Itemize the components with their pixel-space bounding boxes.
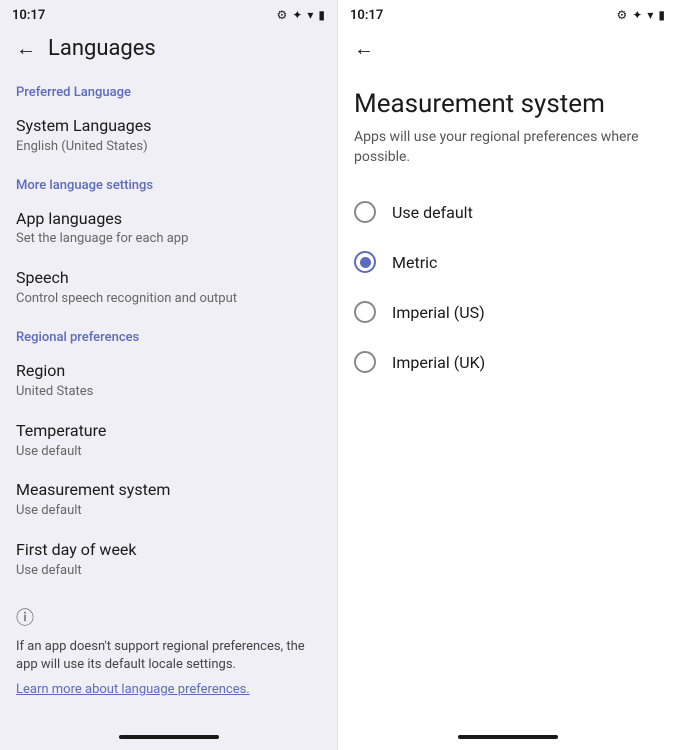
wifi-icon: ▾	[307, 8, 313, 22]
status-time-left: 10:17	[12, 8, 45, 23]
radio-inner-metric	[360, 257, 371, 268]
sidebar-item-region[interactable]: Region United States	[0, 351, 337, 411]
radio-label-metric: Metric	[392, 253, 437, 272]
section-regional: Regional preferences	[0, 318, 337, 351]
system-languages-title: System Languages	[16, 116, 321, 137]
temperature-title: Temperature	[16, 421, 321, 442]
info-section: ⓘ If an app doesn't support regional pre…	[0, 590, 337, 709]
radio-circle-imperial-us	[354, 301, 376, 323]
sidebar-item-measurement[interactable]: Measurement system Use default	[0, 470, 337, 530]
measurement-title: Measurement system	[16, 480, 321, 501]
status-bar-left: 10:17 ⚙ ✦ ▾ ▮	[0, 0, 337, 28]
app-languages-subtitle: Set the language for each app	[16, 231, 321, 248]
battery-icon: ▮	[318, 8, 325, 22]
radio-circle-metric	[354, 251, 376, 273]
first-day-title: First day of week	[16, 540, 321, 561]
sidebar-item-first-day[interactable]: First day of week Use default	[0, 530, 337, 590]
region-title: Region	[16, 361, 321, 382]
system-languages-subtitle: English (United States)	[16, 139, 321, 156]
speech-subtitle: Control speech recognition and output	[16, 291, 321, 308]
right-header: ←	[338, 28, 677, 73]
first-day-subtitle: Use default	[16, 563, 321, 580]
wifi-icon-right: ▾	[647, 8, 653, 22]
section-preferred: Preferred Language	[0, 73, 337, 106]
info-link[interactable]: Learn more about language preferences.	[16, 682, 321, 697]
info-text: If an app doesn't support regional prefe…	[16, 638, 321, 674]
back-button-right[interactable]: ←	[354, 36, 374, 61]
right-panel: 10:17 ⚙ ✦ ▾ ▮ ← Measurement system Apps …	[338, 0, 677, 750]
sparkle-icon-right: ✦	[632, 8, 642, 22]
settings-icon: ⚙	[277, 8, 288, 22]
sparkle-icon: ✦	[292, 8, 302, 22]
status-time-right: 10:17	[350, 8, 383, 23]
back-button-left[interactable]: ←	[16, 36, 36, 61]
radio-metric[interactable]: Metric	[338, 237, 677, 287]
nav-bar-right	[338, 728, 677, 750]
left-header: ← Languages	[0, 28, 337, 73]
status-bar-right: 10:17 ⚙ ✦ ▾ ▮	[338, 0, 677, 28]
radio-label-imperial-uk: Imperial (UK)	[392, 353, 485, 372]
app-languages-title: App languages	[16, 209, 321, 230]
region-subtitle: United States	[16, 384, 321, 401]
sidebar-item-app-languages[interactable]: App languages Set the language for each …	[0, 199, 337, 259]
radio-label-imperial-us: Imperial (US)	[392, 303, 485, 322]
measurement-subtitle: Use default	[16, 503, 321, 520]
left-content: Preferred Language System Languages Engl…	[0, 73, 337, 728]
settings-icon-right: ⚙	[617, 8, 628, 22]
nav-bar-left	[0, 728, 337, 750]
page-title-left: Languages	[48, 36, 156, 61]
battery-icon-right: ▮	[658, 8, 665, 22]
radio-use-default[interactable]: Use default	[338, 187, 677, 237]
sidebar-item-system-languages[interactable]: System Languages English (United States)	[0, 106, 337, 166]
radio-imperial-us[interactable]: Imperial (US)	[338, 287, 677, 337]
sidebar-item-speech[interactable]: Speech Control speech recognition and ou…	[0, 258, 337, 318]
radio-circle-use-default	[354, 201, 376, 223]
info-row: ⓘ	[16, 602, 321, 630]
nav-pill-right	[458, 735, 558, 739]
nav-pill-left	[119, 735, 219, 739]
radio-circle-imperial-uk	[354, 351, 376, 373]
speech-title: Speech	[16, 268, 321, 289]
left-panel: 10:17 ⚙ ✦ ▾ ▮ ← Languages Preferred Lang…	[0, 0, 338, 750]
status-icons-right: ⚙ ✦ ▾ ▮	[617, 8, 665, 22]
section-more-lang[interactable]: More language settings	[0, 166, 337, 199]
right-page-subtitle: Apps will use your regional preferences …	[338, 128, 677, 187]
radio-imperial-uk[interactable]: Imperial (UK)	[338, 337, 677, 387]
sidebar-item-temperature[interactable]: Temperature Use default	[0, 411, 337, 471]
info-icon: ⓘ	[16, 604, 34, 630]
radio-label-use-default: Use default	[392, 203, 473, 222]
radio-options: Use default Metric Imperial (US) Imperia…	[338, 187, 677, 387]
temperature-subtitle: Use default	[16, 444, 321, 461]
right-page-title: Measurement system	[338, 73, 677, 128]
status-icons-left: ⚙ ✦ ▾ ▮	[277, 8, 325, 22]
